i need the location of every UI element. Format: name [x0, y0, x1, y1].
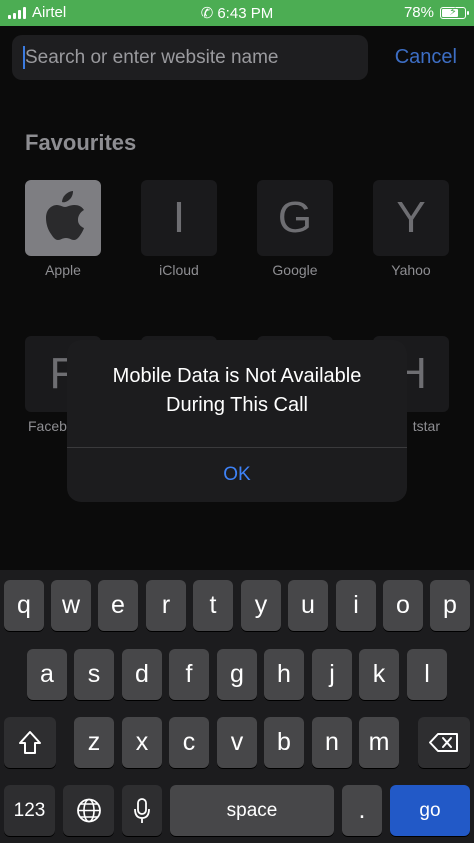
alert-title: Mobile Data is Not Available During This… — [81, 362, 393, 420]
favourite-tile — [25, 180, 101, 256]
charging-bolt-icon: ⚡ — [449, 5, 457, 18]
key-h[interactable]: h — [264, 649, 304, 700]
key-r[interactable]: r — [146, 580, 186, 631]
key-q[interactable]: q — [4, 580, 44, 631]
keyboard: q w e r t y u i o p a s d f g h j k l z … — [0, 570, 474, 843]
search-row: Search or enter website name Cancel — [12, 35, 462, 80]
key-t[interactable]: t — [193, 580, 233, 631]
status-time-group: ✆ 6:43 PM — [0, 4, 474, 22]
key-m[interactable]: m — [359, 717, 399, 768]
favourite-label: Apple — [45, 262, 81, 278]
backspace-icon — [429, 733, 458, 752]
key-d[interactable]: d — [122, 649, 162, 700]
alert-dialog: Mobile Data is Not Available During This… — [67, 340, 407, 502]
key-b[interactable]: b — [264, 717, 304, 768]
key-k[interactable]: k — [359, 649, 399, 700]
key-i[interactable]: i — [336, 580, 376, 631]
key-z[interactable]: z — [74, 717, 114, 768]
favourite-label: Google — [272, 262, 318, 278]
space-key[interactable]: space — [170, 785, 334, 836]
status-time: 6:43 PM — [217, 5, 274, 22]
cancel-button[interactable]: Cancel — [395, 35, 457, 80]
favourite-label: Yahoo — [391, 262, 431, 278]
status-right: 78% ⚡ — [403, 4, 469, 21]
globe-icon — [76, 798, 101, 823]
backspace-key[interactable] — [418, 717, 470, 768]
phone-icon: ✆ — [200, 5, 214, 22]
key-v[interactable]: v — [217, 717, 257, 768]
key-n[interactable]: n — [312, 717, 352, 768]
key-g[interactable]: g — [217, 649, 257, 700]
microphone-key[interactable] — [122, 785, 162, 836]
apple-logo-icon — [46, 191, 84, 240]
favourites-title: Favourites — [25, 130, 137, 155]
search-placeholder: Search or enter website name — [25, 47, 279, 68]
key-s[interactable]: s — [74, 649, 114, 700]
key-e[interactable]: e — [98, 580, 138, 631]
battery-icon: ⚡ — [440, 5, 469, 19]
shift-key[interactable] — [4, 717, 56, 768]
alert-ok-button[interactable]: OK — [67, 448, 407, 502]
key-w[interactable]: w — [51, 580, 91, 631]
key-p[interactable]: p — [430, 580, 470, 631]
favourite-tile: G — [257, 180, 333, 256]
globe-key[interactable] — [63, 785, 114, 836]
key-f[interactable]: f — [169, 649, 209, 700]
key-j[interactable]: j — [312, 649, 352, 700]
alert-title-line2: During This Call — [166, 394, 308, 416]
favourite-label: iCloud — [159, 262, 199, 278]
numbers-key[interactable]: 123 — [4, 785, 55, 836]
favourite-icloud[interactable]: I iCloud — [140, 180, 218, 278]
text-caret — [23, 46, 25, 69]
key-o[interactable]: o — [383, 580, 423, 631]
key-c[interactable]: c — [169, 717, 209, 768]
key-l[interactable]: l — [407, 649, 447, 700]
key-y[interactable]: y — [241, 580, 281, 631]
go-key[interactable]: go — [390, 785, 470, 836]
period-key[interactable]: . — [342, 785, 382, 836]
status-bar: Airtel ✆ 6:43 PM 78% ⚡ — [0, 0, 474, 26]
alert-title-line1: Mobile Data is Not Available — [112, 365, 362, 387]
shift-icon — [19, 731, 41, 754]
favourite-google[interactable]: G Google — [256, 180, 334, 278]
search-input[interactable]: Search or enter website name — [12, 35, 368, 80]
battery-percent: 78% — [403, 4, 434, 21]
favourite-yahoo[interactable]: Y Yahoo — [372, 180, 450, 278]
key-a[interactable]: a — [27, 649, 67, 700]
key-u[interactable]: u — [288, 580, 328, 631]
microphone-icon — [134, 798, 150, 823]
key-x[interactable]: x — [122, 717, 162, 768]
favourite-tile: Y — [373, 180, 449, 256]
favourite-tile: I — [141, 180, 217, 256]
favourite-apple[interactable]: Apple — [24, 180, 102, 278]
